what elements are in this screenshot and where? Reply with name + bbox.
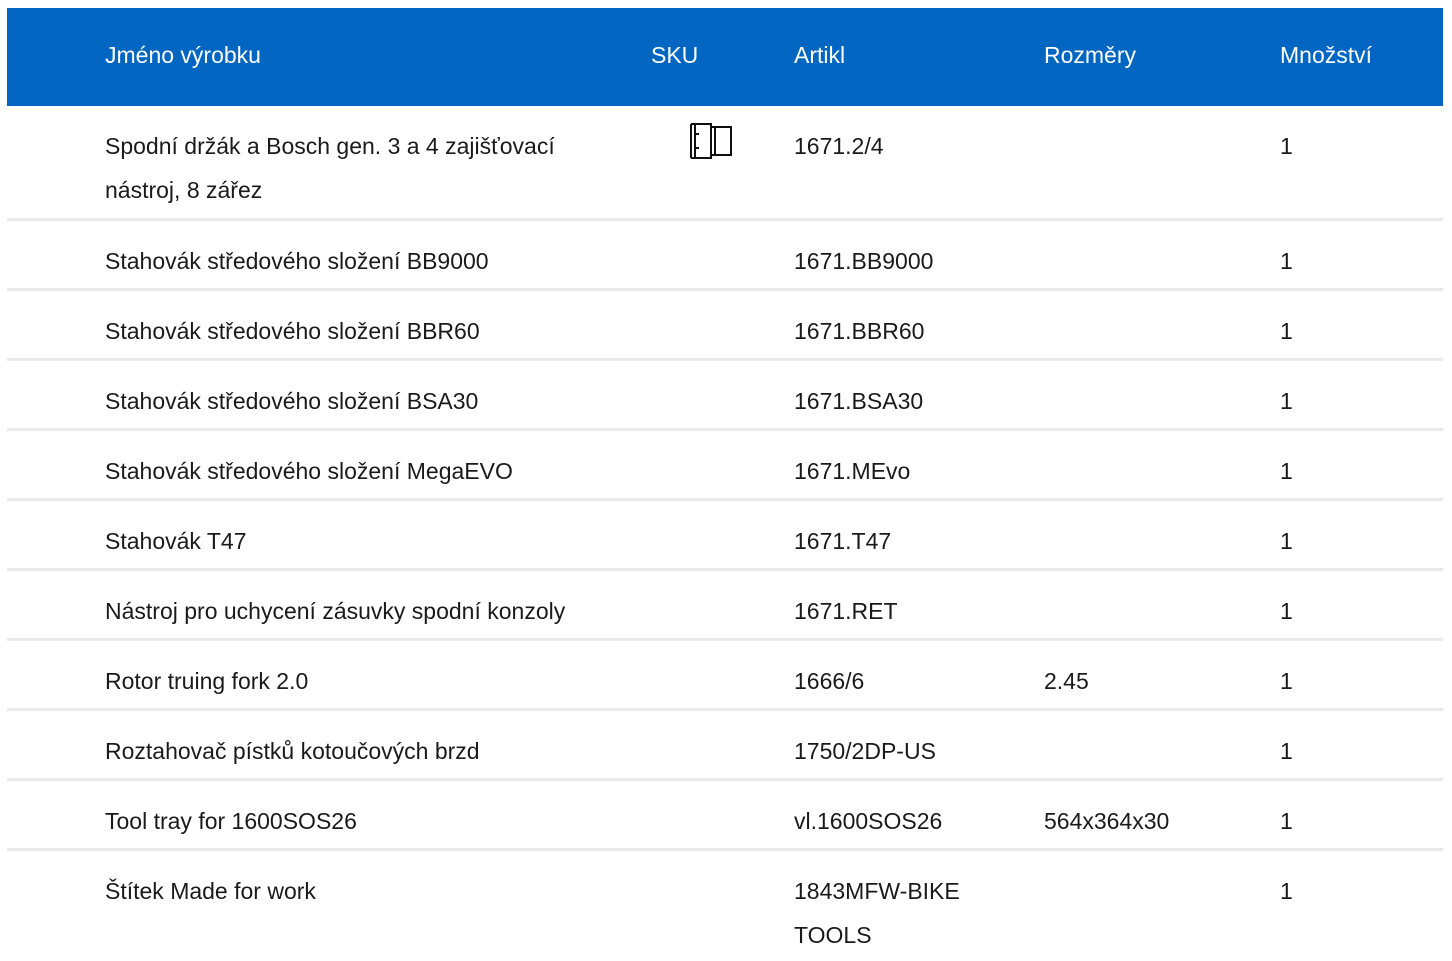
row-article: 1671.BSA30 <box>794 388 924 414</box>
row-name: Stahovák středového složení BB9000 <box>105 248 489 274</box>
table-row: Tool tray for 1600SOS26 vl.1600SOS26 564… <box>7 781 1443 851</box>
row-article: 1671.MEvo <box>794 458 911 484</box>
row-name: Stahovák středového složení BBR60 <box>105 318 480 344</box>
row-quantity: 1 <box>1280 738 1293 764</box>
table-row: Nástroj pro uchycení zásuvky spodní konz… <box>7 571 1443 641</box>
table-row: Rotor truing fork 2.0 1666/6 2.45 1 <box>7 641 1443 711</box>
row-name: Spodní držák a Bosch gen. 3 a 4 zajišťov… <box>105 133 555 203</box>
row-name: Štítek Made for work <box>105 878 316 904</box>
row-article: 1671.RET <box>794 598 898 624</box>
socket-tool-icon <box>689 120 737 162</box>
header-name: Jméno výrobku <box>105 42 261 68</box>
row-dimensions: 564x364x30 <box>1044 808 1170 834</box>
row-article: vl.1600SOS26 <box>794 808 943 834</box>
row-article: 1671.BB9000 <box>794 248 934 274</box>
row-article: 1671.2/4 <box>794 133 884 159</box>
row-name: Stahovák středového složení MegaEVO <box>105 458 513 484</box>
table-row: Stahovák středového složení BBR60 1671.B… <box>7 291 1443 361</box>
row-quantity: 1 <box>1280 133 1293 159</box>
table-row: Stahovák T47 1671.T47 1 <box>7 501 1443 571</box>
row-quantity: 1 <box>1280 808 1293 834</box>
row-quantity: 1 <box>1280 878 1293 904</box>
table-row: Spodní držák a Bosch gen. 3 a 4 zajišťov… <box>7 106 1443 221</box>
table-row: Stahovák středového složení MegaEVO 1671… <box>7 431 1443 501</box>
row-quantity: 1 <box>1280 598 1293 624</box>
row-quantity: 1 <box>1280 248 1293 274</box>
row-article: 1671.T47 <box>794 528 892 554</box>
product-table: Jméno výrobku SKU Artikl Rozměry Množstv… <box>7 8 1443 951</box>
header-quantity: Množství <box>1280 42 1373 68</box>
row-quantity: 1 <box>1280 458 1293 484</box>
row-article: 1843MFW-BIKE TOOLS <box>794 878 960 948</box>
header-dimensions: Rozměry <box>1044 42 1137 68</box>
table-row: Stahovák středového složení BB9000 1671.… <box>7 221 1443 291</box>
header-article: Artikl <box>794 42 846 68</box>
row-article: 1750/2DP-US <box>794 738 936 764</box>
row-article: 1671.BBR60 <box>794 318 925 344</box>
table-header: Jméno výrobku SKU Artikl Rozměry Množstv… <box>7 8 1443 106</box>
table-row: Stahovák středového složení BSA30 1671.B… <box>7 361 1443 431</box>
row-name: Nástroj pro uchycení zásuvky spodní konz… <box>105 598 566 624</box>
row-quantity: 1 <box>1280 528 1293 554</box>
row-quantity: 1 <box>1280 668 1293 694</box>
row-article: 1666/6 <box>794 668 865 694</box>
row-dimensions: 2.45 <box>1044 668 1089 694</box>
table-row: Roztahovač pístků kotoučových brzd 1750/… <box>7 711 1443 781</box>
row-quantity: 1 <box>1280 318 1293 344</box>
row-name: Stahovák středového složení BSA30 <box>105 388 479 414</box>
row-name: Stahovák T47 <box>105 528 247 554</box>
row-quantity: 1 <box>1280 388 1293 414</box>
table-row: Štítek Made for work 1843MFW-BIKE TOOLS … <box>7 851 1443 951</box>
row-name: Rotor truing fork 2.0 <box>105 668 309 694</box>
header-sku: SKU <box>651 42 699 68</box>
row-name: Roztahovač pístků kotoučových brzd <box>105 738 480 764</box>
row-name: Tool tray for 1600SOS26 <box>105 808 357 834</box>
